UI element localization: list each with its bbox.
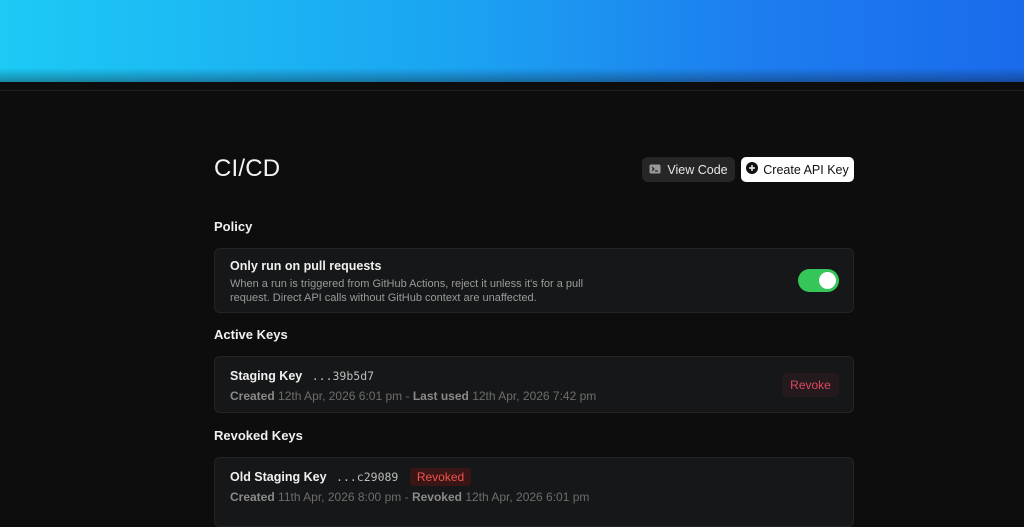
view-code-label: View Code — [667, 162, 728, 177]
meta-separator: - — [405, 389, 410, 403]
page-title: CI/CD — [214, 155, 281, 182]
plus-circle-icon — [746, 162, 759, 177]
key-meta: Created 11th Apr, 2026 8:00 pm - Revoked… — [230, 490, 589, 504]
key-name: Staging Key — [230, 369, 303, 383]
last-used-label: Last used — [412, 389, 469, 403]
active-key-card: Staging Key ...39b5d7 Created 12th Apr, … — [214, 356, 854, 413]
create-api-key-button[interactable]: Create API Key — [741, 157, 854, 182]
meta-separator: - — [404, 490, 409, 504]
toggle-knob — [819, 272, 836, 289]
view-code-button[interactable]: View Code — [642, 157, 735, 182]
revoke-button[interactable]: Revoke — [782, 373, 839, 397]
key-name: Old Staging Key — [230, 470, 327, 484]
policy-card: Only run on pull requests When a run is … — [214, 248, 854, 313]
header-divider — [0, 90, 1024, 91]
revoked-key-card: Old Staging Key ...c29089 Revoked Create… — [214, 457, 854, 527]
key-title-row: Old Staging Key ...c29089 Revoked — [230, 468, 472, 486]
policy-description: When a run is triggered from GitHub Acti… — [230, 278, 584, 304]
created-date: 12th Apr, 2026 6:01 pm — [278, 389, 403, 403]
policy-title: Only run on pull requests — [230, 259, 382, 273]
create-api-key-label: Create API Key — [763, 162, 849, 177]
terminal-icon — [649, 163, 661, 177]
key-title-row: Staging Key ...39b5d7 — [230, 369, 374, 383]
last-used-date: 12th Apr, 2026 7:42 pm — [472, 389, 597, 403]
created-date: 11th Apr, 2026 8:00 pm — [278, 490, 402, 504]
active-keys-heading: Active Keys — [214, 327, 288, 342]
revoked-keys-heading: Revoked Keys — [214, 428, 303, 443]
key-meta: Created 12th Apr, 2026 6:01 pm - Last us… — [230, 389, 596, 403]
revoked-date: 12th Apr, 2026 6:01 pm — [465, 490, 590, 504]
key-suffix: ...c29089 — [336, 470, 399, 484]
key-suffix: ...39b5d7 — [311, 369, 375, 383]
policy-heading: Policy — [214, 219, 253, 234]
created-label: Created — [230, 389, 275, 403]
revoked-label: Revoked — [411, 490, 462, 504]
revoked-badge: Revoked — [409, 468, 472, 486]
created-label: Created — [230, 490, 275, 504]
pull-request-only-toggle[interactable] — [798, 269, 839, 292]
header-gradient-banner — [0, 0, 1024, 82]
